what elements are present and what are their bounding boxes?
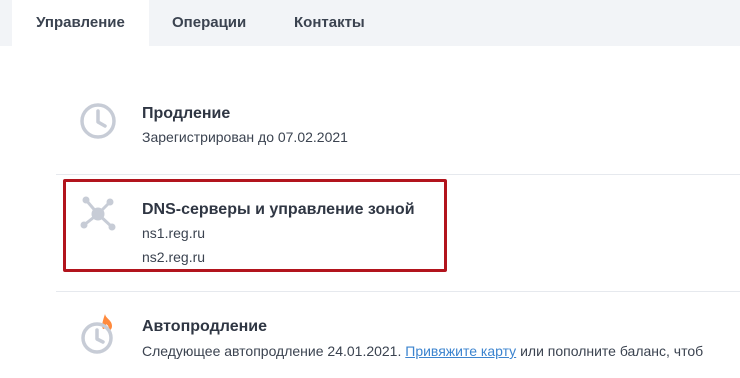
autorenew-balance-text: или пополните баланс, чтоб (516, 343, 704, 359)
section-divider (56, 291, 740, 292)
clock-icon (79, 100, 119, 140)
autorenew-text: Следующее автопродление 24.01.2021. Прив… (142, 343, 703, 359)
clock-fire-icon (79, 312, 119, 354)
tab-management[interactable]: Управление (12, 0, 149, 46)
autorenew-next-date: Следующее автопродление 24.01.2021. (142, 343, 406, 359)
tab-operations[interactable]: Операции (172, 0, 246, 46)
tab-contacts[interactable]: Контакты (294, 0, 365, 46)
renewal-title[interactable]: Продление (142, 105, 230, 123)
section-divider (56, 174, 740, 175)
renewal-expiry-text: Зарегистрирован до 07.02.2021 (142, 129, 348, 145)
link-card-link[interactable]: Привяжите карту (405, 343, 516, 359)
dns-highlight-box (63, 179, 447, 272)
tab-bar: Управление Операции Контакты (0, 0, 740, 46)
autorenew-title[interactable]: Автопродление (142, 318, 267, 336)
